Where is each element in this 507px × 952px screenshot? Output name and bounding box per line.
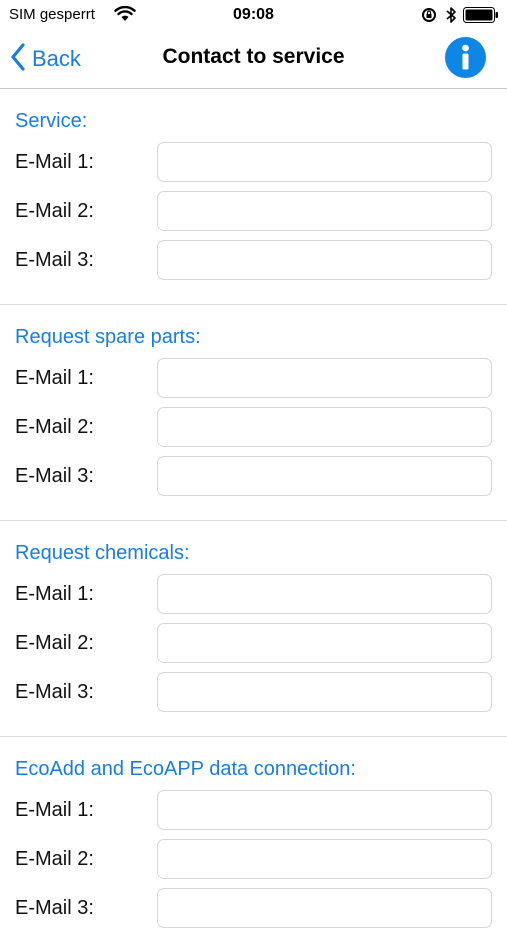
email-input[interactable] — [157, 142, 492, 182]
email-input[interactable] — [157, 623, 492, 663]
page-title: Contact to service — [162, 45, 345, 68]
email-label: E-Mail 1: — [15, 583, 94, 605]
email-input[interactable] — [157, 888, 492, 928]
email-label: E-Mail 3: — [15, 249, 94, 271]
section-chemicals: Request chemicals: E-Mail 1: E-Mail 2: E… — [0, 521, 507, 736]
email-input[interactable] — [157, 456, 492, 496]
form-content: Service: E-Mail 1: E-Mail 2: E-Mail 3: R… — [0, 89, 507, 952]
email-label: E-Mail 1: — [15, 151, 94, 173]
email-label: E-Mail 1: — [15, 367, 94, 389]
email-row: E-Mail 2: — [0, 623, 507, 665]
section-service: Service: E-Mail 1: E-Mail 2: E-Mail 3: — [0, 89, 507, 304]
section-title: Service: — [15, 110, 88, 132]
email-label: E-Mail 2: — [15, 632, 94, 654]
email-label: E-Mail 2: — [15, 416, 94, 438]
section-spare-parts: Request spare parts: E-Mail 1: E-Mail 2:… — [0, 305, 507, 520]
email-row: E-Mail 3: — [0, 456, 507, 498]
bluetooth-icon — [445, 6, 457, 29]
email-label: E-Mail 1: — [15, 799, 94, 821]
email-input[interactable] — [157, 358, 492, 398]
battery-icon — [463, 7, 499, 28]
email-label: E-Mail 2: — [15, 200, 94, 222]
email-row: E-Mail 1: — [0, 790, 507, 832]
email-row: E-Mail 1: — [0, 142, 507, 184]
email-row: E-Mail 3: — [0, 672, 507, 714]
email-row: E-Mail 3: — [0, 240, 507, 282]
email-input[interactable] — [157, 790, 492, 830]
email-input[interactable] — [157, 574, 492, 614]
section-data-connection: EcoAdd and EcoAPP data connection: E-Mai… — [0, 737, 507, 952]
email-input[interactable] — [157, 240, 492, 280]
email-label: E-Mail 3: — [15, 465, 94, 487]
email-row: E-Mail 1: — [0, 358, 507, 400]
email-row: E-Mail 3: — [0, 888, 507, 930]
email-label: E-Mail 2: — [15, 848, 94, 870]
section-title: Request spare parts: — [15, 326, 201, 348]
email-row: E-Mail 2: — [0, 839, 507, 881]
info-icon — [462, 44, 469, 70]
orientation-lock-icon — [421, 7, 439, 28]
email-input[interactable] — [157, 407, 492, 447]
info-button[interactable] — [445, 37, 486, 78]
section-title: EcoAdd and EcoAPP data connection: — [15, 758, 356, 780]
email-label: E-Mail 3: — [15, 681, 94, 703]
email-input[interactable] — [157, 839, 492, 879]
status-bar: SIM gesperrt 09:08 — [0, 0, 507, 30]
email-row: E-Mail 1: — [0, 574, 507, 616]
email-row: E-Mail 2: — [0, 407, 507, 449]
email-row: E-Mail 2: — [0, 191, 507, 233]
section-title: Request chemicals: — [15, 542, 190, 564]
email-input[interactable] — [157, 191, 492, 231]
navigation-bar: Back Contact to service — [0, 30, 507, 89]
email-input[interactable] — [157, 672, 492, 712]
email-label: E-Mail 3: — [15, 897, 94, 919]
